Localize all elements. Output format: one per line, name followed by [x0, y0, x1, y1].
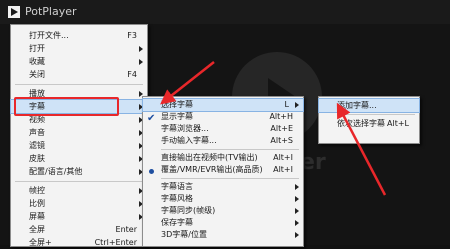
- arrow-to-select-subtitle: [160, 61, 215, 105]
- annotation-arrows: [160, 61, 387, 196]
- arrow-to-add-subtitle: [336, 102, 387, 196]
